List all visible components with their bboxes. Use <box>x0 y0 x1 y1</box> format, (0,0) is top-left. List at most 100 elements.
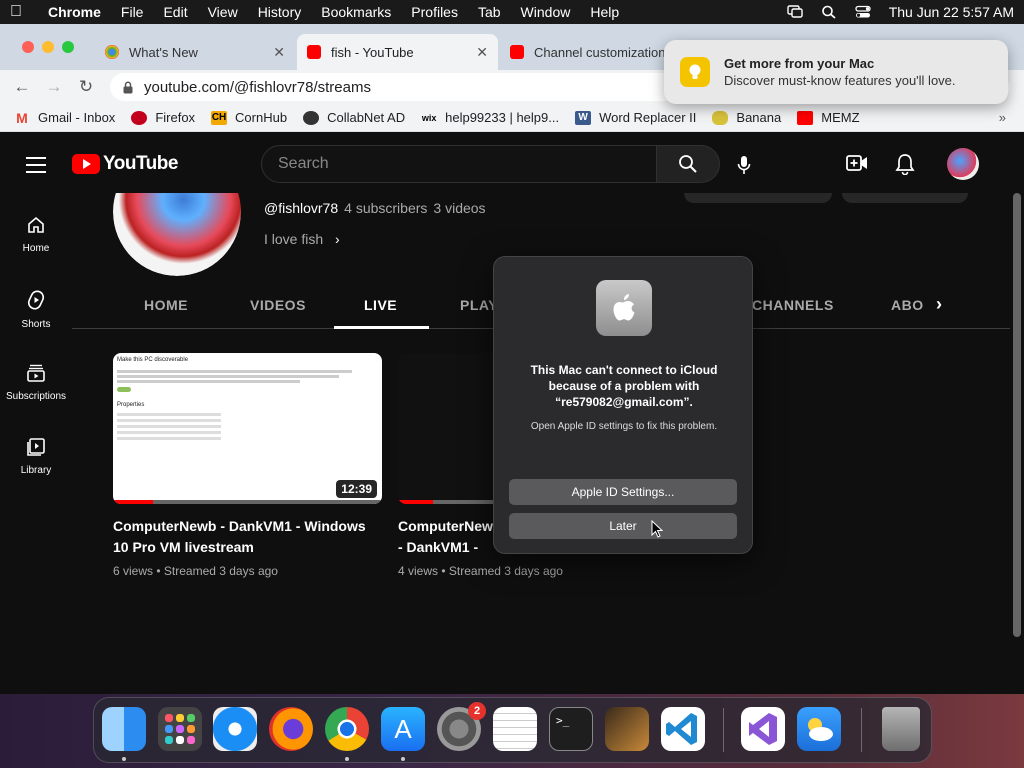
close-tab-icon[interactable]: ✕ <box>476 44 488 61</box>
menu-profiles[interactable]: Profiles <box>411 4 458 20</box>
youtube-logo[interactable]: YouTube <box>72 153 178 175</box>
customize-channel-button[interactable] <box>684 193 832 203</box>
notifications-bell-icon[interactable] <box>895 153 915 175</box>
shorts-icon <box>27 290 45 310</box>
channel-description[interactable]: I love fish › <box>264 231 340 247</box>
dock-separator <box>861 708 862 752</box>
visual-studio-code-icon[interactable] <box>661 707 705 751</box>
word-replacer-icon: W <box>575 110 592 125</box>
library-icon <box>27 438 45 456</box>
terminal-icon[interactable]: >_ <box>549 707 593 751</box>
screen-mirroring-icon[interactable] <box>786 5 803 19</box>
dialog-message: Open Apple ID settings to fix this probl… <box>530 421 718 432</box>
bookmark-firefox[interactable]: Firefox <box>131 110 195 125</box>
video-meta-2: 4 views • Streamed 3 days ago <box>398 564 563 578</box>
forward-arrow-icon[interactable]: → <box>38 77 70 97</box>
tab-videos[interactable]: VIDEOS <box>250 297 306 313</box>
bookmark-word-replacer[interactable]: W Word Replacer II <box>575 110 696 125</box>
tab-about[interactable]: ABO <box>891 297 924 313</box>
watch-progress-bar <box>398 500 433 504</box>
close-window-button[interactable] <box>22 41 34 53</box>
macos-menubar:  Chrome File Edit View History Bookmark… <box>0 0 1024 24</box>
search-button[interactable] <box>656 145 720 183</box>
menu-bookmarks[interactable]: Bookmarks <box>321 4 391 20</box>
menubar-clock[interactable]: Thu Jun 22 5:57 AM <box>889 4 1014 20</box>
bookmarks-overflow-icon[interactable]: » <box>999 110 1006 125</box>
video-meta-1: 6 views • Streamed 3 days ago <box>113 564 278 578</box>
video-count: 3 videos <box>433 200 486 216</box>
weather-icon[interactable] <box>797 707 841 751</box>
back-arrow-icon[interactable]: ← <box>6 77 38 97</box>
apple-menu-icon[interactable]:  <box>10 3 34 21</box>
sidebar-item-subscriptions[interactable]: Subscriptions <box>0 363 72 402</box>
chrome-favicon-icon <box>105 45 119 59</box>
video-title-2[interactable]: ComputerNewb - DankVM1 - Windows 10 Pro … <box>398 516 494 560</box>
sidebar-item-home[interactable]: Home <box>0 215 72 254</box>
bookmark-memz[interactable]: MEMZ <box>797 110 860 125</box>
video-thumbnail-1[interactable]: Make this PC discoverable Properties 12:… <box>113 353 382 504</box>
visual-studio-icon[interactable] <box>741 707 785 751</box>
menu-app-name[interactable]: Chrome <box>48 4 101 20</box>
tab-home[interactable]: HOME <box>144 297 188 313</box>
thumbnail-content: Make this PC discoverable Properties <box>117 357 378 443</box>
lock-icon[interactable] <box>122 81 134 94</box>
menu-edit[interactable]: Edit <box>163 4 187 20</box>
update-count-badge: 2 <box>468 702 486 720</box>
finder-icon[interactable] <box>102 707 146 751</box>
spotlight-search-icon[interactable] <box>821 5 837 19</box>
app-store-icon[interactable]: A <box>381 707 425 751</box>
later-button[interactable]: Later <box>509 513 737 539</box>
running-indicator <box>122 757 126 761</box>
video-title-1[interactable]: ComputerNewb - DankVM1 - Windows 10 Pro … <box>113 516 383 558</box>
bookmark-help99233[interactable]: wix help99233 | help9... <box>421 110 559 125</box>
launchpad-icon[interactable] <box>158 707 202 751</box>
zoom-window-button[interactable] <box>62 41 74 53</box>
menu-history[interactable]: History <box>258 4 302 20</box>
garageband-icon[interactable] <box>605 707 649 751</box>
menu-window[interactable]: Window <box>521 4 571 20</box>
tab-fish-youtube[interactable]: fish - YouTube ✕ <box>297 34 498 70</box>
menu-file[interactable]: File <box>121 4 144 20</box>
tab-channels[interactable]: CHANNELS <box>752 297 834 313</box>
url-text: youtube.com/@fishlovr78/streams <box>144 78 371 96</box>
tab-whats-new[interactable]: What's New ✕ <box>95 34 295 70</box>
page-scrollbar[interactable] <box>1013 193 1021 637</box>
create-video-icon[interactable] <box>846 153 868 173</box>
menu-help[interactable]: Help <box>590 4 619 20</box>
apple-id-settings-button[interactable]: Apple ID Settings... <box>509 479 737 505</box>
subscriber-count: 4 subscribers <box>344 200 428 216</box>
close-tab-icon[interactable]: ✕ <box>273 44 285 61</box>
minimize-window-button[interactable] <box>42 41 54 53</box>
banana-icon <box>712 110 729 125</box>
safari-icon[interactable] <box>213 707 257 751</box>
bookmark-cornhub[interactable]: CH CornHub <box>211 110 287 125</box>
control-center-icon[interactable] <box>855 5 871 19</box>
window-controls <box>22 41 74 53</box>
macos-notification[interactable]: Get more from your Mac Discover must-kno… <box>664 40 1008 104</box>
trash-icon[interactable] <box>882 707 920 751</box>
manage-videos-button[interactable] <box>842 193 968 203</box>
textedit-icon[interactable] <box>493 707 537 751</box>
tab-title: Channel customization <box>534 44 666 60</box>
microphone-icon[interactable] <box>736 155 752 175</box>
search-input[interactable]: Search <box>261 145 657 183</box>
bookmarks-bar: M Gmail - Inbox Firefox CH CornHub CollabN… <box>0 104 1024 132</box>
youtube-favicon-icon <box>510 45 524 59</box>
sidebar-item-library[interactable]: Library <box>0 437 72 476</box>
tab-channel-customization[interactable]: Channel customization <box>500 34 670 70</box>
menu-tab[interactable]: Tab <box>478 4 501 20</box>
bookmark-gmail[interactable]: M Gmail - Inbox <box>14 110 115 125</box>
account-avatar[interactable] <box>947 148 979 180</box>
bookmark-collabnet[interactable]: CollabNet AD <box>303 110 405 125</box>
firefox-icon[interactable] <box>269 707 313 751</box>
tab-live[interactable]: LIVE <box>364 297 397 313</box>
reload-icon[interactable]: ↻ <box>70 77 102 97</box>
hamburger-menu-icon[interactable] <box>26 157 46 178</box>
sidebar-item-shorts[interactable]: Shorts <box>0 289 72 330</box>
bookmark-banana[interactable]: Banana <box>712 110 781 125</box>
tabs-scroll-right-icon[interactable]: › <box>936 294 943 315</box>
google-chrome-icon[interactable] <box>325 707 369 751</box>
menu-view[interactable]: View <box>208 4 238 20</box>
youtube-play-icon <box>72 154 100 174</box>
youtube-favicon-icon <box>307 45 321 59</box>
